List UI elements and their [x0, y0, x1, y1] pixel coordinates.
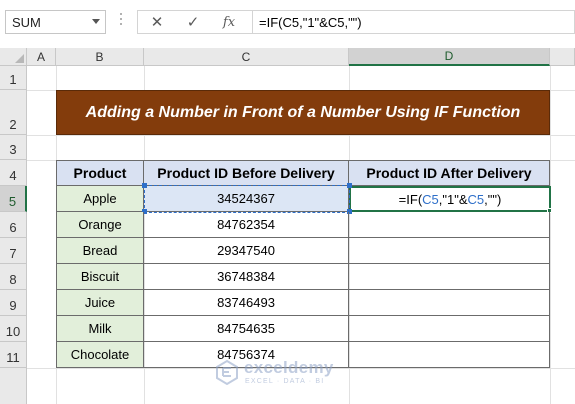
row-header-5[interactable]: 5: [0, 186, 27, 212]
id-after-cell[interactable]: [349, 212, 550, 238]
formula-bar: SUM ✕ ✓ fx =IF(C5,"1"&C5,""): [0, 0, 575, 48]
id-before-cell[interactable]: 84762354: [144, 212, 349, 238]
checkmark-icon: ✓: [186, 14, 200, 31]
name-box[interactable]: SUM: [5, 10, 106, 34]
id-before-cell[interactable]: 34524367: [144, 186, 349, 212]
select-all-icon: [15, 54, 24, 63]
row-header-8[interactable]: 8: [0, 264, 27, 290]
reference-handle[interactable]: [347, 183, 352, 188]
row-header-2[interactable]: 2: [0, 90, 27, 135]
watermark-name: exceldemy: [244, 358, 334, 377]
id-before-cell[interactable]: 36748384: [144, 264, 349, 290]
row-header-7[interactable]: 7: [0, 238, 27, 264]
product-cell[interactable]: Apple: [56, 186, 144, 212]
row-header-6[interactable]: 6: [0, 212, 27, 238]
row-header-10[interactable]: 10: [0, 316, 27, 342]
formula-buttons: ✕ ✓ fx: [137, 10, 252, 34]
id-after-cell[interactable]: [349, 316, 550, 342]
exceldemy-logo-icon: [216, 359, 238, 385]
row-header-3[interactable]: 3: [0, 135, 27, 160]
product-cell[interactable]: Milk: [56, 316, 144, 342]
worksheet-grid: A B C D 1 2 3 4 5 6 7 8 9 10 11 Adding a…: [0, 48, 575, 404]
header-id-before[interactable]: Product ID Before Delivery: [144, 160, 349, 186]
function-icon: fx: [222, 14, 236, 30]
cancel-button[interactable]: ✕: [142, 11, 172, 33]
insert-function-button[interactable]: fx: [214, 11, 244, 33]
product-cell[interactable]: Chocolate: [56, 342, 144, 368]
column-header-a[interactable]: A: [27, 48, 56, 66]
product-cell[interactable]: Juice: [56, 290, 144, 316]
column-header-d[interactable]: D: [349, 48, 550, 66]
row-header-1[interactable]: 1: [0, 66, 27, 90]
id-after-cell[interactable]: [349, 342, 550, 368]
gridline: [550, 66, 551, 404]
chevron-down-icon[interactable]: [92, 19, 100, 24]
enter-button[interactable]: ✓: [178, 11, 208, 33]
product-cell[interactable]: Biscuit: [56, 264, 144, 290]
header-id-after[interactable]: Product ID After Delivery: [349, 160, 550, 186]
column-header-c[interactable]: C: [144, 48, 349, 66]
id-after-cell[interactable]: [349, 290, 550, 316]
editing-formula: =IF(C5,"1"&C5,""): [398, 191, 502, 207]
row-header-11[interactable]: 11: [0, 342, 27, 368]
row-header-12[interactable]: [0, 368, 27, 404]
id-before-cell[interactable]: 29347540: [144, 238, 349, 264]
watermark-tagline: EXCEL · DATA · BI: [245, 378, 325, 385]
row-header-9[interactable]: 9: [0, 290, 27, 316]
id-before-cell[interactable]: 83746493: [144, 290, 349, 316]
id-before-cell[interactable]: 84754635: [144, 316, 349, 342]
formula-text: =IF(C5,"1"&C5,""): [259, 15, 362, 30]
id-after-cell[interactable]: [349, 264, 550, 290]
product-cell[interactable]: Bread: [56, 238, 144, 264]
column-header-e[interactable]: [550, 48, 575, 66]
reference-handle[interactable]: [142, 183, 147, 188]
active-cell-d5[interactable]: =IF(C5,"1"&C5,""): [349, 186, 551, 212]
row-header-4[interactable]: 4: [0, 160, 27, 186]
drag-handle-icon[interactable]: [120, 13, 123, 31]
column-header-b[interactable]: B: [56, 48, 144, 66]
formula-input[interactable]: =IF(C5,"1"&C5,""): [252, 10, 575, 34]
sheet-title: Adding a Number in Front of a Number Usi…: [56, 90, 550, 135]
watermark: exceldemy EXCEL · DATA · BI: [214, 354, 364, 394]
gridline: [27, 135, 575, 136]
header-product[interactable]: Product: [56, 160, 144, 186]
product-cell[interactable]: Orange: [56, 212, 144, 238]
close-icon: ✕: [150, 14, 164, 31]
name-box-value: SUM: [12, 15, 41, 30]
select-all-button[interactable]: [0, 48, 27, 66]
id-after-cell[interactable]: [349, 238, 550, 264]
